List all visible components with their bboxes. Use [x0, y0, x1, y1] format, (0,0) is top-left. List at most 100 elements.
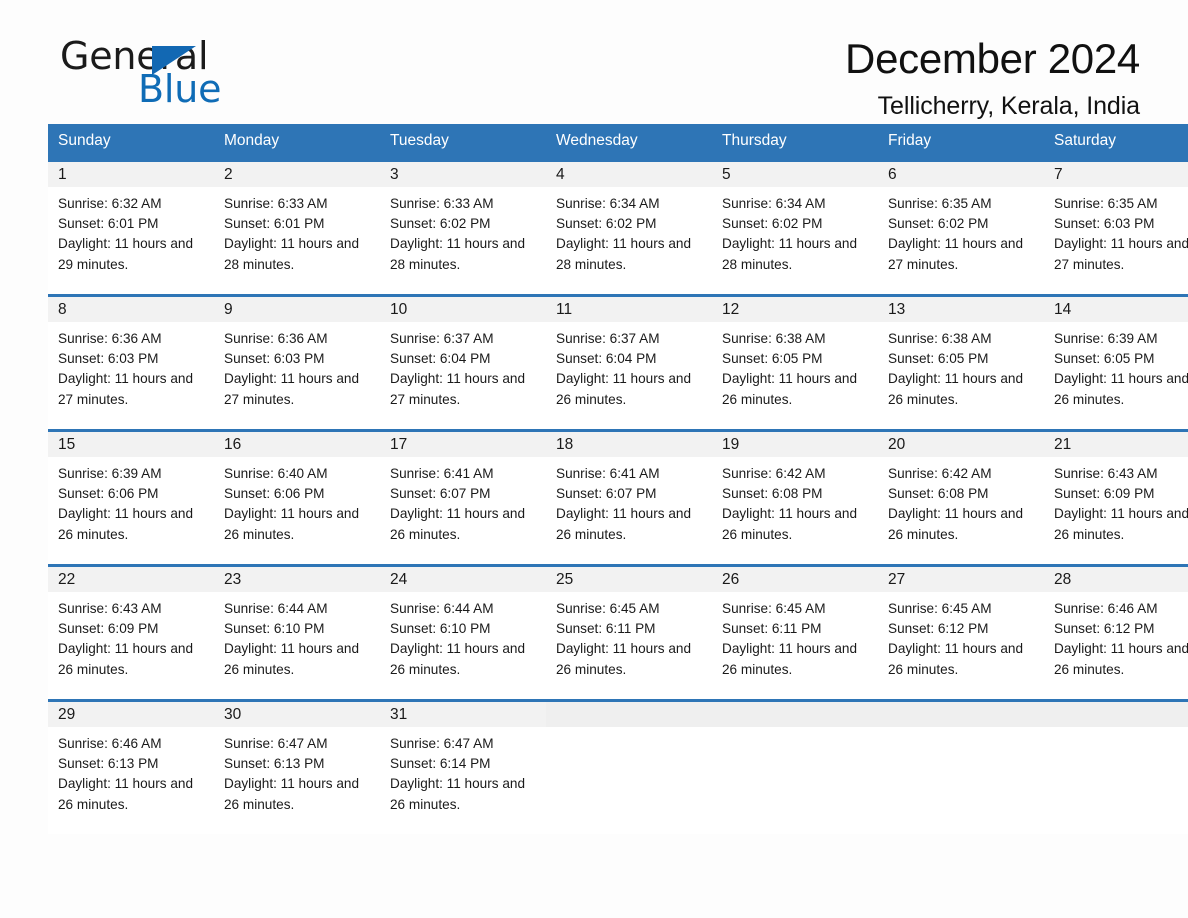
day-number: 11: [556, 301, 573, 318]
day-info: Sunrise: 6:46 AM Sunset: 6:12 PM Daylight:…: [1044, 592, 1188, 680]
calendar-day[interactable]: 30 Sunrise: 6:47 AM Sunset: 6:13 PM Dayligh…: [214, 699, 380, 834]
calendar-day[interactable]: 5 Sunrise: 6:34 AM Sunset: 6:02 PM Daylight…: [712, 159, 878, 294]
day-info: Sunrise: 6:41 AM Sunset: 6:07 PM Daylight:…: [380, 457, 546, 545]
calendar-day[interactable]: 16 Sunrise: 6:40 AM Sunset: 6:06 PM Dayligh…: [214, 429, 380, 564]
day-number-band: 24: [380, 567, 546, 592]
calendar-day-cell: 31 Sunrise: 6:47 AM Sunset: 6:14 PM Dayligh…: [380, 699, 546, 834]
day-number-band: 30: [214, 702, 380, 727]
day-info: Sunrise: 6:35 AM Sunset: 6:02 PM Daylight:…: [878, 187, 1044, 275]
sunrise-text: Sunrise: 6:32 AM: [58, 196, 162, 211]
day-info: Sunrise: 6:42 AM Sunset: 6:08 PM Daylight:…: [712, 457, 878, 545]
calendar-week-row: 22 Sunrise: 6:43 AM Sunset: 6:09 PM Dayligh…: [48, 564, 1188, 699]
day-info: Sunrise: 6:43 AM Sunset: 6:09 PM Daylight:…: [48, 592, 214, 680]
calendar-day[interactable]: 6 Sunrise: 6:35 AM Sunset: 6:02 PM Daylight…: [878, 159, 1044, 294]
calendar-page: General Blue December 2024 Tellicherry, …: [0, 0, 1188, 918]
weekday-header-row: Sunday Monday Tuesday Wednesday Thursday…: [48, 124, 1188, 159]
day-number: 13: [888, 301, 906, 318]
sunrise-text: Sunrise: 6:44 AM: [390, 601, 494, 616]
day-number: 9: [224, 301, 233, 318]
calendar-day[interactable]: 9 Sunrise: 6:36 AM Sunset: 6:03 PM Daylight…: [214, 294, 380, 429]
calendar-day-cell: 26 Sunrise: 6:45 AM Sunset: 6:11 PM Dayligh…: [712, 564, 878, 699]
calendar-day[interactable]: 20 Sunrise: 6:42 AM Sunset: 6:08 PM Dayligh…: [878, 429, 1044, 564]
sunrise-text: Sunrise: 6:45 AM: [556, 601, 660, 616]
sunrise-text: Sunrise: 6:33 AM: [390, 196, 494, 211]
calendar-day-cell: 14 Sunrise: 6:39 AM Sunset: 6:05 PM Dayligh…: [1044, 294, 1188, 429]
calendar-day[interactable]: 19 Sunrise: 6:42 AM Sunset: 6:08 PM Dayligh…: [712, 429, 878, 564]
day-number-band: 7: [1044, 162, 1188, 187]
day-number-band: 2: [214, 162, 380, 187]
calendar-day-cell: 29 Sunrise: 6:46 AM Sunset: 6:13 PM Dayligh…: [48, 699, 214, 834]
weekday-header-tuesday: Tuesday: [380, 124, 546, 159]
calendar-day[interactable]: 13 Sunrise: 6:38 AM Sunset: 6:05 PM Dayligh…: [878, 294, 1044, 429]
calendar-day[interactable]: 4 Sunrise: 6:34 AM Sunset: 6:02 PM Daylight…: [546, 159, 712, 294]
calendar-day[interactable]: 22 Sunrise: 6:43 AM Sunset: 6:09 PM Dayligh…: [48, 564, 214, 699]
calendar-day-empty: [712, 699, 878, 834]
calendar-day-cell: 24 Sunrise: 6:44 AM Sunset: 6:10 PM Dayligh…: [380, 564, 546, 699]
day-info: Sunrise: 6:45 AM Sunset: 6:11 PM Daylight:…: [546, 592, 712, 680]
calendar-day-cell: [878, 699, 1044, 834]
calendar-day[interactable]: 18 Sunrise: 6:41 AM Sunset: 6:07 PM Dayligh…: [546, 429, 712, 564]
calendar-day[interactable]: 10 Sunrise: 6:37 AM Sunset: 6:04 PM Dayligh…: [380, 294, 546, 429]
calendar-day-cell: 4 Sunrise: 6:34 AM Sunset: 6:02 PM Daylight…: [546, 159, 712, 294]
sunset-text: Sunset: 6:03 PM: [1054, 216, 1155, 232]
sunrise-text: Sunrise: 6:38 AM: [722, 331, 826, 346]
day-number-band: 5: [712, 162, 878, 187]
calendar-day-cell: [546, 699, 712, 834]
sunrise-text: Sunrise: 6:42 AM: [722, 466, 826, 481]
day-number: 28: [1054, 571, 1072, 588]
calendar-day[interactable]: 28 Sunrise: 6:46 AM Sunset: 6:12 PM Dayligh…: [1044, 564, 1188, 699]
calendar-day[interactable]: 12 Sunrise: 6:38 AM Sunset: 6:05 PM Dayligh…: [712, 294, 878, 429]
calendar-day-cell: [1044, 699, 1188, 834]
calendar-day[interactable]: 11 Sunrise: 6:37 AM Sunset: 6:04 PM Dayligh…: [546, 294, 712, 429]
sunrise-text: Sunrise: 6:46 AM: [1054, 601, 1158, 616]
daylight-text: Daylight: 11 hours and 26 minutes.: [58, 641, 194, 677]
sunset-text: Sunset: 6:08 PM: [722, 486, 823, 502]
calendar-day-empty: [878, 699, 1044, 834]
calendar-day[interactable]: 25 Sunrise: 6:45 AM Sunset: 6:11 PM Dayligh…: [546, 564, 712, 699]
daylight-text: Daylight: 11 hours and 26 minutes.: [58, 776, 194, 812]
daylight-text: Daylight: 11 hours and 26 minutes.: [224, 776, 360, 812]
calendar-day[interactable]: 31 Sunrise: 6:47 AM Sunset: 6:14 PM Dayligh…: [380, 699, 546, 834]
calendar-day[interactable]: 15 Sunrise: 6:39 AM Sunset: 6:06 PM Dayligh…: [48, 429, 214, 564]
sunrise-text: Sunrise: 6:34 AM: [556, 196, 660, 211]
daylight-text: Daylight: 11 hours and 26 minutes.: [390, 641, 526, 677]
day-number-band: 3: [380, 162, 546, 187]
sunrise-text: Sunrise: 6:35 AM: [888, 196, 992, 211]
calendar-day[interactable]: 2 Sunrise: 6:33 AM Sunset: 6:01 PM Daylight…: [214, 159, 380, 294]
day-info: Sunrise: 6:39 AM Sunset: 6:06 PM Daylight:…: [48, 457, 214, 545]
calendar-day-cell: 9 Sunrise: 6:36 AM Sunset: 6:03 PM Daylight…: [214, 294, 380, 429]
sunset-text: Sunset: 6:03 PM: [224, 351, 325, 367]
calendar-day[interactable]: 8 Sunrise: 6:36 AM Sunset: 6:03 PM Daylight…: [48, 294, 214, 429]
calendar-day-cell: 15 Sunrise: 6:39 AM Sunset: 6:06 PM Dayligh…: [48, 429, 214, 564]
calendar-day[interactable]: 21 Sunrise: 6:43 AM Sunset: 6:09 PM Dayligh…: [1044, 429, 1188, 564]
calendar-day-cell: 7 Sunrise: 6:35 AM Sunset: 6:03 PM Daylight…: [1044, 159, 1188, 294]
calendar-day[interactable]: 14 Sunrise: 6:39 AM Sunset: 6:05 PM Dayligh…: [1044, 294, 1188, 429]
calendar-day-cell: 8 Sunrise: 6:36 AM Sunset: 6:03 PM Daylight…: [48, 294, 214, 429]
sunset-text: Sunset: 6:02 PM: [556, 216, 657, 232]
sunset-text: Sunset: 6:05 PM: [1054, 351, 1155, 367]
sunset-text: Sunset: 6:02 PM: [888, 216, 989, 232]
weekday-header-friday: Friday: [878, 124, 1044, 159]
calendar-day-cell: 18 Sunrise: 6:41 AM Sunset: 6:07 PM Dayligh…: [546, 429, 712, 564]
calendar-day-cell: 30 Sunrise: 6:47 AM Sunset: 6:13 PM Dayligh…: [214, 699, 380, 834]
calendar-day[interactable]: 29 Sunrise: 6:46 AM Sunset: 6:13 PM Dayligh…: [48, 699, 214, 834]
calendar-day-cell: 19 Sunrise: 6:42 AM Sunset: 6:08 PM Dayligh…: [712, 429, 878, 564]
calendar-day[interactable]: 27 Sunrise: 6:45 AM Sunset: 6:12 PM Dayligh…: [878, 564, 1044, 699]
general-blue-logo[interactable]: General Blue: [48, 34, 278, 111]
day-number: 19: [722, 436, 740, 453]
day-number: 14: [1054, 301, 1072, 318]
calendar-day-cell: 22 Sunrise: 6:43 AM Sunset: 6:09 PM Dayligh…: [48, 564, 214, 699]
calendar-day[interactable]: 23 Sunrise: 6:44 AM Sunset: 6:10 PM Dayligh…: [214, 564, 380, 699]
day-number-band: 28: [1044, 567, 1188, 592]
sunset-text: Sunset: 6:12 PM: [888, 621, 989, 637]
calendar-day[interactable]: 7 Sunrise: 6:35 AM Sunset: 6:03 PM Daylight…: [1044, 159, 1188, 294]
calendar-day[interactable]: 1 Sunrise: 6:32 AM Sunset: 6:01 PM Daylight…: [48, 159, 214, 294]
sunset-text: Sunset: 6:09 PM: [1054, 486, 1155, 502]
calendar-day[interactable]: 26 Sunrise: 6:45 AM Sunset: 6:11 PM Dayligh…: [712, 564, 878, 699]
day-info: Sunrise: 6:34 AM Sunset: 6:02 PM Daylight:…: [712, 187, 878, 275]
calendar-day[interactable]: 24 Sunrise: 6:44 AM Sunset: 6:10 PM Dayligh…: [380, 564, 546, 699]
sunset-text: Sunset: 6:05 PM: [722, 351, 823, 367]
calendar-day[interactable]: 3 Sunrise: 6:33 AM Sunset: 6:02 PM Daylight…: [380, 159, 546, 294]
calendar-day[interactable]: 17 Sunrise: 6:41 AM Sunset: 6:07 PM Dayligh…: [380, 429, 546, 564]
daylight-text: Daylight: 11 hours and 28 minutes.: [556, 236, 692, 272]
